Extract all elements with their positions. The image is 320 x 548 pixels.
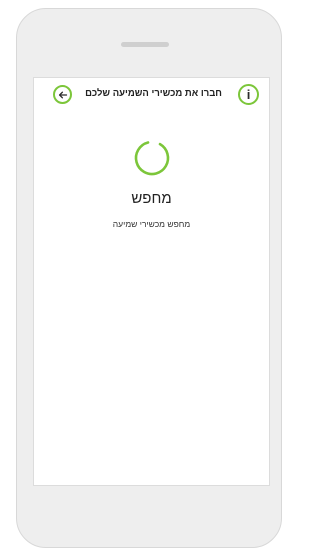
arrow-left-icon — [58, 91, 67, 98]
status-title: מחפש — [131, 190, 172, 207]
app-header: חברו את מכשירי השמיעה שלכם i — [34, 78, 269, 112]
back-button[interactable] — [53, 85, 72, 104]
status-subtitle: מחפש מכשירי שמיעה — [112, 219, 191, 229]
app-screen: חברו את מכשירי השמיעה שלכם i מחפש מחפש מ… — [33, 77, 270, 486]
info-button[interactable]: i — [238, 84, 259, 105]
info-icon: i — [246, 87, 251, 102]
phone-speaker — [121, 42, 169, 47]
loading-spinner — [132, 138, 172, 178]
spinner-icon — [134, 140, 170, 176]
page-title: חברו את מכשירי השמיעה שלכם — [85, 88, 222, 99]
